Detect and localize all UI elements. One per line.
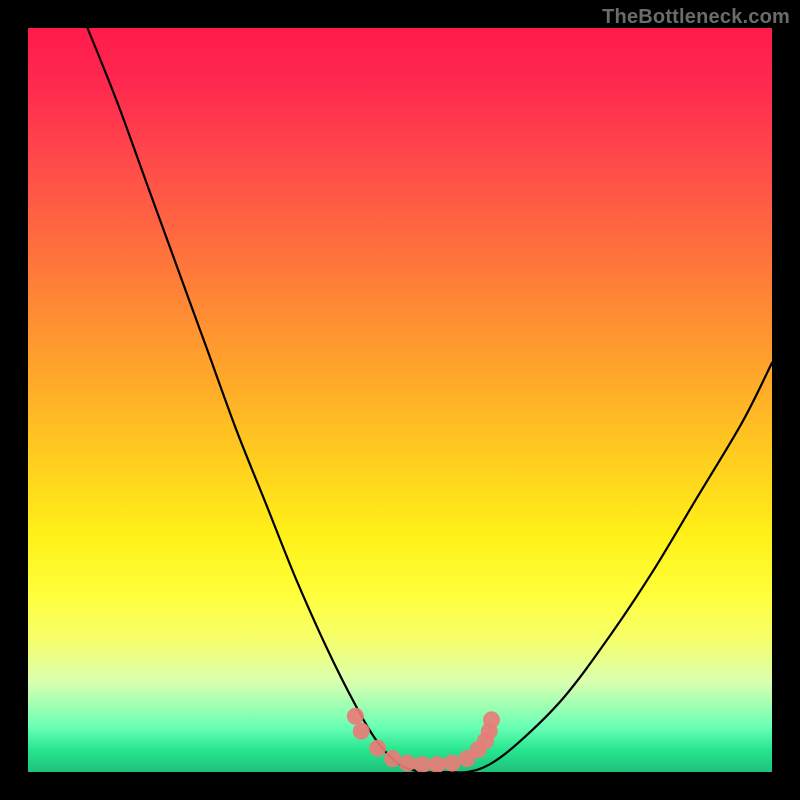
chart-frame: TheBottleneck.com [0,0,800,800]
curve-layer [28,28,772,772]
highlight-dot [429,756,446,772]
highlight-dot [353,723,370,740]
highlight-dot [483,711,500,728]
plot-area [28,28,772,772]
highlight-dot [414,756,431,772]
highlight-dot [347,708,364,725]
highlight-dots-group [347,708,500,772]
highlight-dot [369,740,386,757]
highlight-dot [444,755,461,772]
highlight-dot [399,755,416,772]
highlight-dot [384,750,401,767]
watermark-text: TheBottleneck.com [602,6,790,29]
bottleneck-curve-path [88,28,773,772]
